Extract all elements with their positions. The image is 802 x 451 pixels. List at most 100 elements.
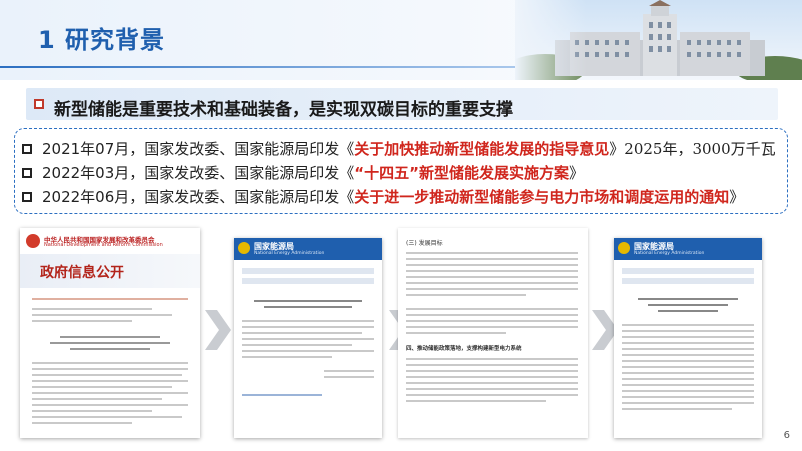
doc-text-line [32, 398, 162, 400]
doc-text-line [406, 326, 578, 328]
doc-text-line [648, 304, 728, 306]
doc-text-line [242, 350, 374, 352]
doc-text-line [406, 376, 578, 378]
doc-text-line [32, 362, 188, 364]
policy-item: 2022年06月，国家发改委、国家能源局印发《关于进一步推动新型储能参与电力市场… [22, 186, 744, 207]
page-number: 6 [783, 430, 790, 441]
doc-meta-row [242, 268, 374, 274]
doc-text-line [242, 344, 352, 346]
doc-text-line [70, 348, 150, 350]
doc-text-line [242, 394, 322, 396]
doc-text-line [32, 368, 188, 370]
doc-text-line [32, 320, 132, 322]
policy-item: 2022年03月，国家发改委、国家能源局印发《“十四五”新型储能发展实施方案》 [22, 162, 584, 183]
emblem-icon [238, 242, 250, 254]
doc-org-name-en: National Energy Administration [254, 251, 325, 256]
doc-text-line [638, 298, 738, 300]
emblem-icon [618, 242, 630, 254]
doc-text-line [622, 366, 754, 368]
campus-building-image [515, 0, 802, 80]
policy-title: 关于进一步推动新型储能参与电力市场和调度运用的通知 [354, 188, 730, 206]
doc-text-line [60, 336, 160, 338]
policy-suffix: 》 [568, 164, 584, 182]
doc-text-line [622, 348, 754, 350]
chevron-right-icon [205, 310, 231, 354]
bullet-square-icon [22, 144, 32, 154]
doc-text-line [622, 324, 754, 326]
policy-suffix: 》 [729, 188, 745, 206]
doc-text-line [406, 394, 578, 396]
doc-text-line [622, 408, 732, 410]
doc-text-line [406, 258, 578, 260]
policy-item: 2021年07月，国家发改委、国家能源局印发《关于加快推动新型储能发展的指导意见… [22, 138, 776, 159]
bullet-square-icon [22, 168, 32, 178]
policy-prefix: 2022年03月，国家发改委、国家能源局印发《 [42, 164, 355, 182]
document-thumbnail-text: (三) 发展目标 四、推动储能政策落地，支撑构建新型电力系统 [398, 228, 588, 438]
doc-text-line [406, 252, 578, 254]
doc-text-line [622, 354, 754, 356]
bullet-square-icon [22, 192, 32, 202]
doc-text-line [324, 376, 374, 378]
doc-text-line [32, 380, 188, 382]
policy-title: “十四五”新型储能发展实施方案 [354, 164, 569, 182]
national-emblem-icon [26, 234, 40, 248]
subtitle-text: 新型储能是重要技术和基础装备，是实现双碳目标的重要支撑 [54, 100, 513, 120]
doc-text-line [406, 382, 578, 384]
doc-text-line [406, 320, 578, 322]
doc-text-line [622, 378, 754, 380]
doc-text-line [622, 384, 754, 386]
doc-text-line [406, 264, 578, 266]
doc-text-line [32, 374, 182, 376]
doc-text-line [406, 282, 578, 284]
doc-text-line [264, 306, 352, 308]
policy-prefix: 2022年06月，国家发改委、国家能源局印发《 [42, 188, 355, 206]
doc-text-line [406, 364, 578, 366]
doc-text-line [406, 332, 506, 334]
doc-text-line [242, 332, 362, 334]
doc-text-line [242, 356, 332, 358]
policy-suffix: 》 [609, 140, 625, 158]
page-title: 1 研究背景 [38, 26, 166, 54]
doc-meta-row [622, 278, 754, 284]
document-thumbnail-ndrc: 中华人民共和国国家发展和改革委员会 National Development a… [20, 228, 200, 438]
doc-text-line [32, 416, 182, 418]
bullet-square-icon [34, 99, 44, 109]
doc-section-heading: (三) 发展目标 [406, 240, 443, 247]
doc-text-line [406, 314, 578, 316]
doc-text-line [242, 326, 374, 328]
policy-prefix: 2021年07月，国家发改委、国家能源局印发《 [42, 140, 355, 158]
document-thumbnail-nea-2: 国家能源局 National Energy Administration [614, 238, 762, 438]
doc-text-line [406, 276, 578, 278]
doc-org-name-en: National Energy Administration [634, 251, 705, 256]
doc-text-line [622, 402, 754, 404]
doc-text-line [32, 404, 188, 406]
doc-meta-row [242, 278, 374, 284]
doc-section-heading: 四、推动储能政策落地，支撑构建新型电力系统 [406, 346, 522, 352]
doc-heading: 政府信息公开 [40, 265, 124, 281]
doc-text-line [622, 360, 754, 362]
doc-text-line [406, 370, 578, 372]
doc-text-line [622, 372, 754, 374]
doc-meta-row [622, 268, 754, 274]
doc-text-line [622, 336, 754, 338]
doc-text-line [254, 300, 362, 302]
doc-text-line [406, 288, 578, 290]
doc-rule [32, 298, 188, 300]
doc-text-line [32, 410, 152, 412]
doc-text-line [622, 390, 754, 392]
doc-text-line [622, 396, 754, 398]
document-thumbnail-nea-1: 国家能源局 National Energy Administration [234, 238, 382, 438]
doc-text-line [622, 342, 754, 344]
doc-org-name-en: National Development and Reform Commissi… [44, 242, 163, 248]
doc-text-line [32, 314, 172, 316]
doc-text-line [32, 308, 152, 310]
doc-text-line [406, 294, 526, 296]
doc-text-line [658, 310, 718, 312]
doc-text-line [50, 342, 170, 344]
doc-text-line [406, 270, 578, 272]
doc-text-line [324, 370, 374, 372]
policy-target: 2025年，3000万千瓦 [624, 140, 776, 158]
doc-text-line [622, 330, 754, 332]
policy-title: 关于加快推动新型储能发展的指导意见 [354, 140, 610, 158]
doc-text-line [32, 422, 132, 424]
